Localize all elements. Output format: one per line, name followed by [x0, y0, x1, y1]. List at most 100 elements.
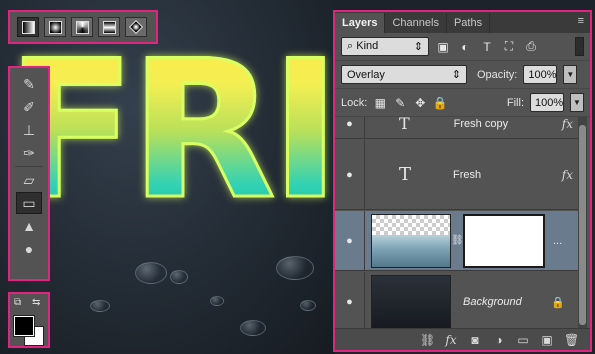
tab-paths[interactable]: Paths	[447, 13, 491, 33]
layer-row-background[interactable]: ● Background 🔒	[335, 272, 579, 333]
adjustment-filter-icon[interactable]: ◐	[457, 39, 473, 55]
tab-layers[interactable]: Layers	[335, 13, 386, 33]
lock-row: Lock: ▦ ✎ ✥ 🔒 Fill: 100% ▼	[335, 89, 590, 117]
eraser-tool[interactable]: ▱	[16, 169, 42, 191]
layer-thumbnail[interactable]	[371, 275, 451, 329]
lock-position-icon[interactable]: ✥	[413, 96, 427, 110]
lock-all-icon[interactable]: 🔒	[433, 96, 448, 110]
visibility-eye-icon[interactable]: ●	[335, 272, 365, 332]
angle-gradient-button[interactable]	[71, 17, 93, 37]
chevron-updown-icon: ⇕	[451, 69, 461, 81]
filter-kind-label: Kind	[356, 40, 379, 52]
delete-layer-icon[interactable]: 🗑	[564, 333, 579, 347]
reflected-gradient-icon	[102, 20, 116, 34]
color-swatches: ⧉ ⇆	[8, 292, 50, 348]
layer-name[interactable]: Background	[463, 296, 522, 308]
water-drop	[300, 300, 316, 311]
linear-gradient-icon	[21, 20, 35, 34]
diamond-gradient-button[interactable]	[125, 17, 147, 37]
swap-colors-icon[interactable]: ⇆	[32, 297, 40, 308]
history-brush-tool[interactable]: ✑	[16, 142, 42, 164]
clone-stamp-tool[interactable]: ⊥	[16, 119, 42, 141]
search-icon: ⌕	[347, 40, 354, 52]
layer-list: ● T Fresh copy fx ● T Fresh fx ● ⛓ ... ●…	[335, 117, 594, 333]
lock-transparent-pixels-icon[interactable]: ▦	[373, 96, 387, 110]
new-group-icon[interactable]: ▭	[516, 333, 530, 347]
layer-effects-icon[interactable]: fx	[562, 117, 573, 131]
spot-healing-brush-tool[interactable]: ✎	[16, 73, 42, 95]
scrollbar-thumb[interactable]	[579, 125, 586, 325]
water-drop	[90, 300, 110, 312]
layer-name[interactable]: Fresh	[453, 169, 481, 181]
opacity-input[interactable]: 100%	[523, 65, 558, 84]
type-filter-icon[interactable]: T	[479, 39, 495, 55]
layer-mask-thumbnail[interactable]	[463, 213, 545, 268]
sponge-tool-icon: ●	[24, 241, 34, 257]
blur-tool[interactable]: ▲	[16, 215, 42, 237]
water-drop	[240, 320, 266, 336]
foreground-color-swatch[interactable]	[13, 315, 35, 337]
smart-object-filter-icon[interactable]: ⎙	[523, 39, 539, 55]
artwork-text: FRI	[5, 20, 335, 241]
default-colors-icon[interactable]: ⧉	[14, 297, 21, 308]
layer-filter-row: ⌕ Kind ⇕ ▣ ◐ T ⛶ ⎙	[335, 33, 590, 61]
tab-channels[interactable]: Channels	[385, 13, 447, 33]
angle-gradient-icon	[75, 20, 89, 34]
new-adjustment-layer-icon[interactable]: ◑	[492, 333, 506, 347]
blend-mode-select[interactable]: Overlay ⇕	[341, 65, 467, 84]
link-layers-icon[interactable]: ⛓	[420, 333, 435, 347]
blend-mode-value: Overlay	[347, 68, 385, 81]
lock-image-pixels-icon[interactable]: ✎	[393, 96, 407, 110]
shape-filter-icon[interactable]: ⛶	[501, 39, 517, 55]
radial-gradient-button[interactable]	[44, 17, 66, 37]
layers-panel: Layers Channels Paths ≡ ⌕ Kind ⇕ ▣ ◐ T ⛶…	[333, 10, 592, 352]
gradient-options-bar	[8, 10, 158, 44]
add-layer-style-icon[interactable]: fx	[444, 333, 458, 347]
clone-stamp-icon: ⊥	[22, 121, 36, 138]
layer-thumbnail[interactable]	[371, 213, 451, 268]
water-drop	[276, 256, 314, 280]
layer-row-fresh[interactable]: ● T Fresh fx	[335, 140, 579, 210]
visibility-eye-icon[interactable]: ●	[335, 140, 365, 209]
text-layer-icon: T	[399, 117, 410, 133]
fill-input[interactable]: 100%	[530, 93, 564, 112]
panel-menu-icon[interactable]: ≡	[578, 15, 584, 27]
panel-tabs: Layers Channels Paths ≡	[335, 12, 590, 33]
more-options-icon[interactable]: ...	[553, 235, 562, 247]
spot-healing-brush-icon: ✎	[23, 75, 35, 92]
eraser-icon: ▱	[23, 171, 35, 188]
new-layer-icon[interactable]: ▣	[540, 333, 554, 347]
fill-dropdown-button[interactable]: ▼	[570, 93, 584, 112]
layers-footer: ⛓ fx ◙ ◑ ▭ ▣ 🗑	[335, 328, 590, 350]
reflected-gradient-button[interactable]	[98, 17, 120, 37]
blur-tool-icon: ▲	[22, 218, 36, 234]
tools-panel: ✎ ✐ ⊥ ✑ ▱ ▭ ▲ ●	[8, 66, 50, 281]
layer-name[interactable]: Fresh copy	[454, 118, 508, 130]
layer-effects-icon[interactable]: fx	[562, 168, 573, 182]
filter-kind-select[interactable]: ⌕ Kind ⇕	[341, 37, 429, 56]
document-canvas[interactable]: FRI	[0, 0, 335, 354]
layer-row-image-selected[interactable]: ● ⛓ ...	[335, 211, 579, 271]
visibility-eye-icon[interactable]: ●	[335, 117, 365, 138]
pixel-filter-icon[interactable]: ▣	[435, 39, 451, 55]
diamond-gradient-icon	[128, 19, 144, 35]
visibility-eye-icon[interactable]: ●	[335, 211, 365, 270]
linear-gradient-button[interactable]	[17, 17, 39, 37]
sponge-tool[interactable]: ●	[16, 238, 42, 260]
layer-row-fresh-copy[interactable]: ● T Fresh copy fx	[335, 117, 579, 139]
brush-tool[interactable]: ✐	[16, 96, 42, 118]
gradient-tool[interactable]: ▭	[16, 192, 42, 214]
opacity-dropdown-button[interactable]: ▼	[563, 65, 578, 84]
layer-lock-icon: 🔒	[551, 296, 565, 309]
filter-toggle[interactable]	[575, 37, 584, 56]
mask-link-icon[interactable]: ⛓	[451, 235, 464, 246]
opacity-label: Opacity:	[477, 68, 518, 81]
tool-divider	[15, 166, 43, 167]
text-layer-icon: T	[399, 164, 412, 185]
layers-scrollbar[interactable]	[578, 117, 587, 333]
add-mask-icon[interactable]: ◙	[468, 333, 482, 347]
water-drop	[135, 262, 167, 284]
water-drop	[210, 296, 224, 306]
water-drop	[170, 270, 188, 284]
brush-icon: ✐	[23, 98, 35, 115]
